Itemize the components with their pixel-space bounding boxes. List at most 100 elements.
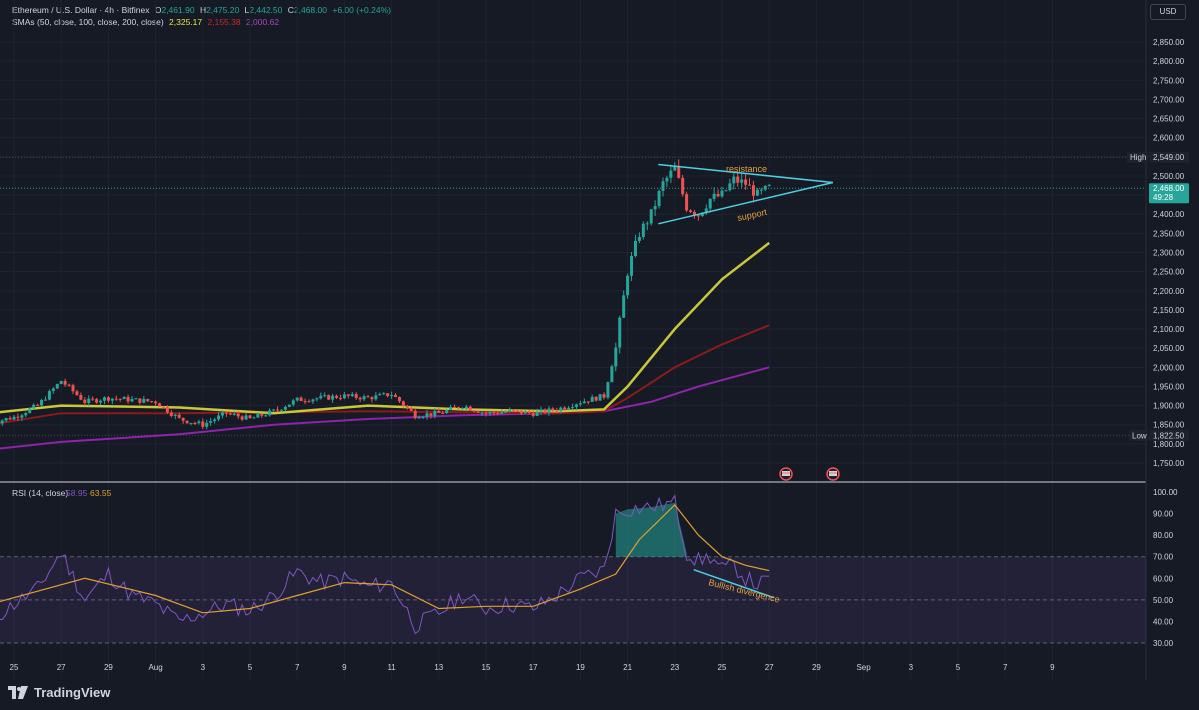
candle-body	[24, 413, 28, 416]
candle-body	[87, 398, 91, 404]
candle-body	[547, 408, 551, 413]
candle-body	[574, 404, 578, 408]
candle-body	[47, 391, 51, 400]
candle-body	[429, 413, 433, 416]
candle-body	[460, 408, 464, 410]
candle-body	[374, 395, 378, 400]
candle-body	[36, 404, 40, 406]
event-flag-1[interactable]	[779, 467, 793, 481]
candle-body	[55, 384, 59, 389]
price-tick-label: 2,500.00	[1153, 172, 1185, 181]
candle-body	[354, 394, 358, 398]
rsi-tick-label: 60.00	[1153, 574, 1174, 583]
candle-body	[71, 385, 75, 392]
candle-body	[142, 398, 146, 403]
rsi-tick-label: 50.00	[1153, 596, 1174, 605]
candle-body	[456, 407, 460, 409]
time-tick-label: 9	[342, 663, 347, 672]
candle-body	[417, 417, 421, 419]
candle-body	[728, 183, 732, 191]
sma200-line	[0, 366, 770, 450]
candle-body	[563, 407, 567, 410]
time-tick-label: 11	[387, 663, 396, 672]
candle-body	[755, 189, 759, 196]
candle-body	[405, 405, 409, 408]
sma50-line	[0, 241, 770, 415]
candle-body	[649, 209, 653, 224]
candle-body	[748, 184, 752, 186]
event-flag-2[interactable]	[826, 467, 840, 481]
candle-body	[492, 411, 496, 413]
candle-body	[720, 190, 724, 197]
candle-body	[303, 401, 307, 403]
candle-body	[264, 415, 268, 417]
candle-body	[504, 411, 508, 413]
candle-body	[571, 407, 575, 409]
time-tick-label: 21	[623, 663, 632, 672]
candle-body	[751, 185, 755, 196]
rsi-label[interactable]: RSI (14, close)	[12, 488, 68, 498]
candle-body	[370, 397, 374, 400]
rsi-overbought-fill	[615, 502, 687, 557]
candle-body	[279, 409, 283, 411]
candle-body	[696, 215, 700, 217]
price-axis-ticks[interactable]: 2,850.00 2,800.00 2,750.00 2,700.00 2,650.00…	[1153, 38, 1185, 468]
candle-body	[559, 407, 563, 412]
candle-body	[413, 410, 417, 418]
chart-svg[interactable]: resistance support Bullish divergence 2,…	[0, 0, 1199, 710]
candle-body	[4, 418, 8, 421]
price-tick-label: 1,850.00	[1153, 421, 1185, 430]
candle-body	[637, 236, 641, 241]
chart-root: Ethereum / U.S. Dollar · 4h · Bitfinex O…	[0, 0, 1199, 710]
candle-body	[63, 380, 67, 385]
candle-body	[154, 401, 158, 404]
candle-body	[425, 413, 429, 417]
time-tick-label: 25	[10, 663, 19, 672]
time-tick-label: Aug	[148, 663, 162, 672]
candle-body	[732, 176, 736, 184]
rsi-tick-label: 100.00	[1153, 488, 1178, 497]
candle-body	[177, 414, 181, 418]
candle-body	[657, 190, 661, 207]
candle-body	[122, 397, 126, 400]
candle-body	[386, 393, 390, 397]
candle-body	[535, 411, 539, 416]
low-tag: Low 1,822.50	[1129, 429, 1189, 441]
time-tick-label: 17	[529, 663, 538, 672]
candle-body	[366, 396, 370, 398]
candle-body	[173, 414, 177, 416]
rsi-tick-label: 40.00	[1153, 617, 1174, 626]
candle-body	[736, 176, 740, 183]
candle-body	[488, 411, 492, 414]
candle-body	[327, 395, 331, 400]
candle-body	[669, 170, 673, 178]
candle-body	[712, 193, 716, 199]
candle-body	[681, 177, 685, 195]
rsi-axis-ticks[interactable]: 100.00 90.00 80.00 70.00 60.00 50.00 40.00 30.0…	[1153, 488, 1178, 648]
candle-body	[464, 406, 468, 409]
time-tick-label: 3	[909, 663, 914, 672]
candle-body	[453, 406, 457, 408]
price-tick-label: 1,750.00	[1153, 459, 1185, 468]
candle-body	[610, 366, 614, 383]
rsi-tick-label: 70.00	[1153, 553, 1174, 562]
candle-body	[401, 401, 405, 406]
candle-body	[169, 412, 173, 416]
low-tag-value: 1,822.50	[1153, 431, 1185, 440]
rsi-tick-label: 80.00	[1153, 531, 1174, 540]
candle-body	[606, 382, 610, 398]
candle-body	[248, 415, 252, 419]
candle-body	[441, 412, 445, 414]
candle-body	[394, 394, 398, 397]
candle-body	[146, 398, 150, 402]
tradingview-logo[interactable]: TradingView	[8, 685, 110, 700]
candle-body	[295, 397, 299, 401]
candle-body	[283, 406, 287, 410]
candle-body	[20, 415, 24, 418]
candle-body	[291, 400, 295, 405]
candle-body	[645, 223, 649, 225]
candle-body	[582, 401, 586, 404]
time-axis-ticks[interactable]: 25 27 29 Aug 3 5 7 9 11 13 15 17 19 21 23 25 27 29 Sep 3 5 7 9	[10, 663, 1056, 672]
candle-body	[59, 380, 63, 385]
candle-body	[252, 417, 256, 419]
